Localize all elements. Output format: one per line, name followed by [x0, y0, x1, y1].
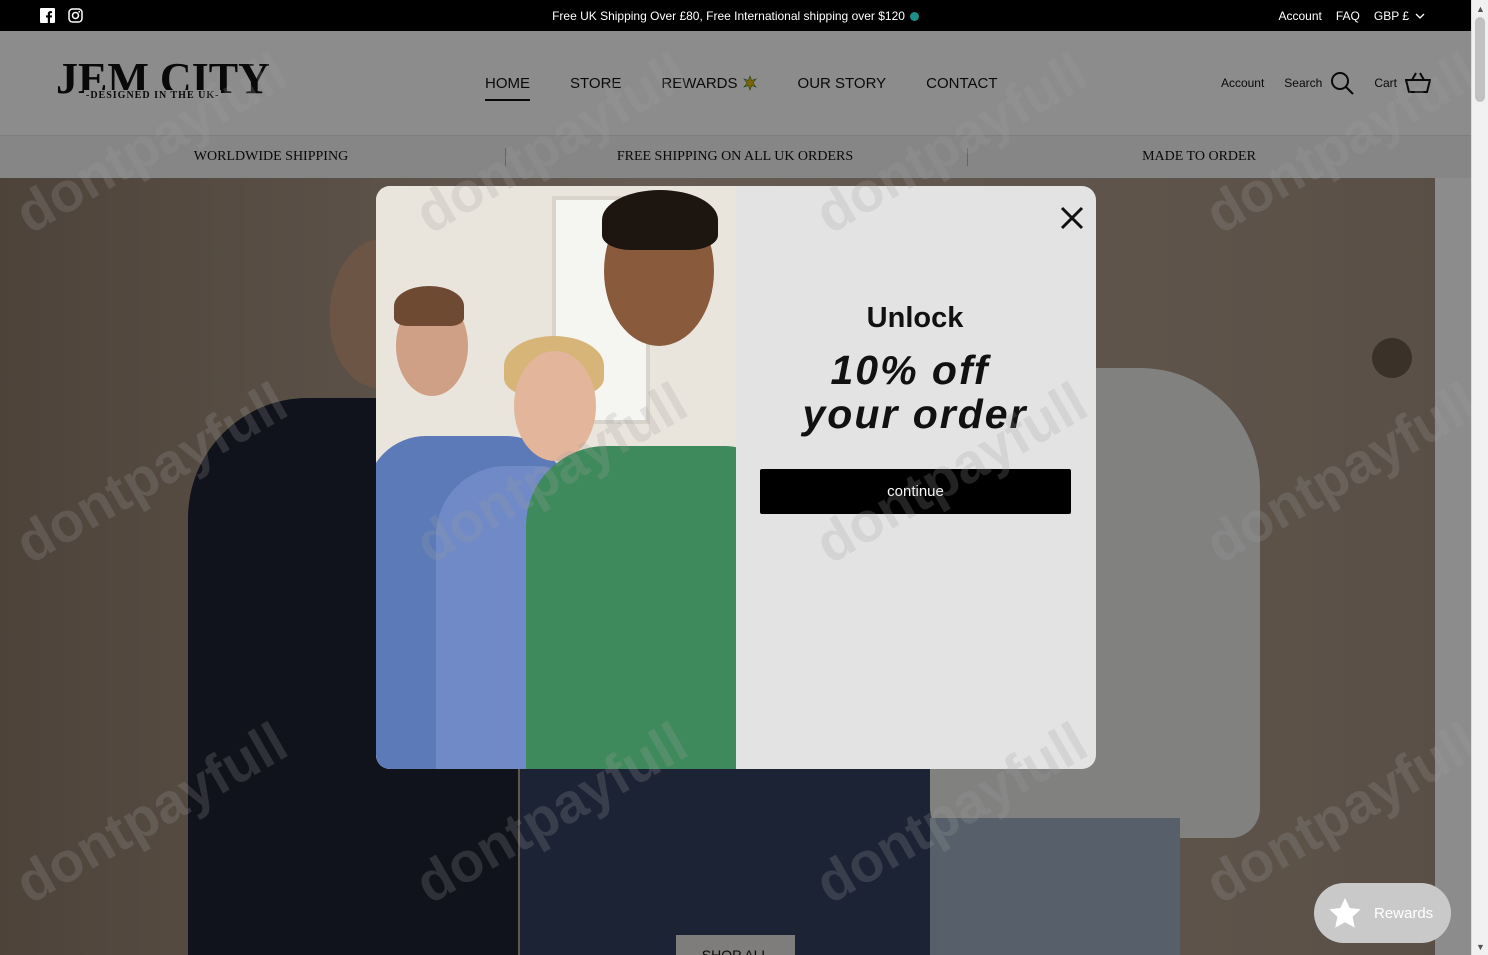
chevron-down-icon — [1415, 13, 1425, 19]
popup-model-right-hair — [602, 190, 718, 250]
topbar-account-link[interactable]: Account — [1278, 9, 1321, 23]
popup-content: Unlock 10% off your order continue — [736, 186, 1096, 769]
announcement-text-wrap: Free UK Shipping Over £80, Free Internat… — [0, 9, 1471, 23]
popup-model-left-hair — [394, 286, 464, 326]
scroll-up-arrow-icon[interactable]: ▲ — [1476, 4, 1485, 14]
continue-button[interactable]: continue — [760, 469, 1071, 514]
scroll-down-arrow-icon[interactable]: ▼ — [1476, 942, 1485, 952]
close-icon[interactable] — [1058, 204, 1086, 232]
scrollbar-thumb[interactable] — [1475, 17, 1485, 102]
popup-model-center-head — [514, 351, 596, 461]
popup-offer-line1: 10% off — [830, 347, 990, 393]
popup-heading: Unlock — [866, 302, 964, 334]
page-scrollbar[interactable]: ▲ ▼ — [1471, 0, 1488, 955]
currency-selector[interactable]: GBP £ — [1374, 9, 1425, 23]
rewards-label: Rewards — [1374, 904, 1434, 922]
announcement-bar: Free UK Shipping Over £80, Free Internat… — [0, 0, 1471, 31]
discount-popup: Unlock 10% off your order continue — [376, 186, 1096, 769]
rewards-launcher[interactable]: Rewards — [1314, 883, 1451, 943]
popup-offer-line2: your order — [802, 391, 1028, 437]
popup-image — [376, 186, 736, 769]
popup-offer: 10% off your order — [736, 348, 1094, 436]
star-icon — [1329, 898, 1361, 928]
announcement-text: Free UK Shipping Over £80, Free Internat… — [552, 9, 905, 23]
popup-model-right — [526, 446, 736, 769]
topbar-faq-link[interactable]: FAQ — [1336, 9, 1360, 23]
utility-links: Account FAQ GBP £ — [1278, 9, 1425, 23]
globe-icon — [909, 12, 919, 21]
currency-label: GBP £ — [1373, 9, 1409, 23]
